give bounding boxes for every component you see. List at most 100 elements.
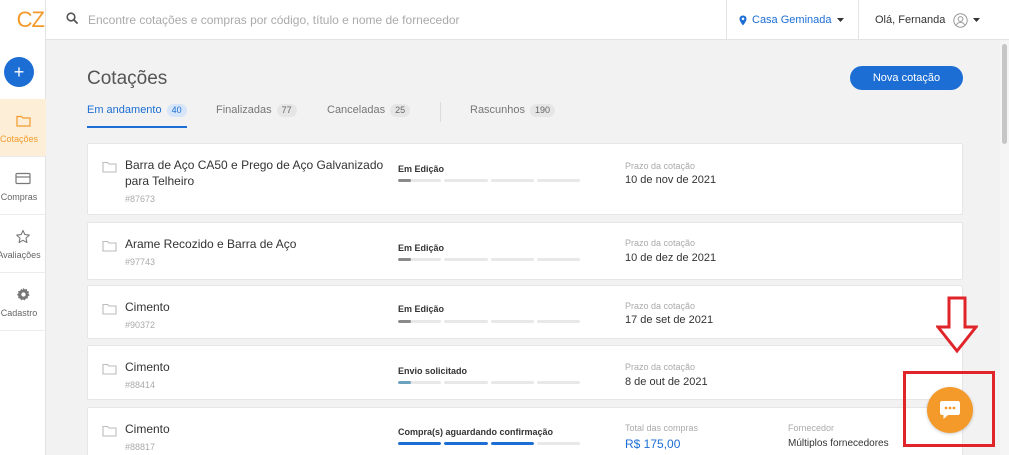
top-bar: Casa Geminada Olá, Fernanda: [46, 0, 1009, 40]
folder-icon: [102, 362, 117, 380]
sidebar-item-label: Compras: [0, 191, 38, 202]
new-button[interactable]: +: [4, 57, 34, 87]
progress-fill: [490, 442, 534, 445]
tab-rascunhos[interactable]: Rascunhos 190: [470, 104, 556, 128]
tab-divider: [440, 102, 441, 122]
quote-title: Barra de Aço CA50 e Prego de Aço Galvani…: [125, 158, 384, 188]
sidebar-item-cadastro[interactable]: Cadastro: [0, 273, 46, 331]
quote-id: #87673: [125, 194, 156, 204]
quote-deadline-label: Prazo da cotação: [625, 238, 696, 248]
tab-em-andamento[interactable]: Em andamento 40: [87, 104, 187, 128]
folder-icon: [102, 239, 117, 257]
quote-title: Cimento: [125, 360, 170, 374]
sidebar-item-cotacoes[interactable]: Cotações: [0, 99, 46, 157]
quote-status: Em Edição: [398, 164, 445, 174]
tab-canceladas[interactable]: Canceladas 25: [327, 104, 411, 128]
tab-label: Canceladas: [327, 104, 386, 116]
progress-segment: [398, 258, 442, 261]
quote-card[interactable]: Barra de Aço CA50 e Prego de Aço Galvani…: [87, 143, 963, 215]
quote-progress: [398, 381, 580, 384]
progress-segment: [536, 442, 580, 445]
tab-count-badge: 190: [530, 104, 556, 117]
quote-card[interactable]: Cimento #88817 Compra(s) aguardando conf…: [87, 407, 963, 455]
user-avatar-icon: [953, 12, 969, 28]
tab-count-badge: 25: [390, 104, 411, 117]
quote-deadline-value: 17 de set de 2021: [625, 314, 714, 326]
tab-count-badge: 40: [166, 104, 187, 117]
sidebar: CZ + Cotações Compras Avaliações Cadastr…: [0, 0, 46, 455]
status-tabs: Em andamento 40 Finalizadas 77 Cancelada…: [87, 102, 967, 128]
progress-segment: [536, 381, 580, 384]
search-icon: [66, 11, 78, 29]
folder-icon: [102, 160, 117, 178]
quote-card[interactable]: Cimento #90372 Em Edição Prazo da cotaçã…: [87, 285, 963, 339]
folder-icon: [102, 302, 117, 320]
folder-icon: [15, 112, 31, 130]
quote-title-block: Arame Recozido e Barra de Aço #97743: [125, 236, 385, 270]
location-pin-icon: [739, 15, 747, 26]
tab-finalizadas[interactable]: Finalizadas 77: [216, 104, 297, 128]
quote-title-block: Barra de Aço CA50 e Prego de Aço Galvani…: [125, 157, 385, 207]
progress-segment: [536, 179, 580, 182]
progress-segment: [444, 381, 488, 384]
quote-deadline-label: Prazo da cotação: [625, 161, 696, 171]
user-greeting: Olá, Fernanda: [875, 14, 946, 26]
quote-title-block: Cimento #90372: [125, 299, 385, 333]
new-quote-button[interactable]: Nova cotação: [850, 66, 963, 90]
quote-deadline-value: 10 de nov de 2021: [625, 174, 717, 186]
quote-id: #97743: [125, 257, 156, 267]
chevron-down-icon: [836, 18, 844, 22]
quote-title-block: Cimento #88817: [125, 421, 385, 455]
chat-button[interactable]: [927, 387, 973, 433]
search-input[interactable]: [88, 13, 688, 27]
progress-segment: [398, 320, 442, 323]
user-menu[interactable]: Olá, Fernanda: [858, 0, 1009, 40]
progress-segment: [490, 258, 534, 261]
quote-deadline-value: 10 de dez de 2021: [625, 252, 717, 264]
scrollbar-thumb[interactable]: [1002, 44, 1007, 144]
quote-title: Cimento: [125, 300, 170, 314]
quote-id: #88817: [125, 442, 156, 452]
quote-status: Em Edição: [398, 304, 445, 314]
progress-fill: [398, 320, 411, 323]
purchase-total-label: Total das compras: [625, 423, 699, 433]
tab-label: Finalizadas: [216, 104, 272, 116]
quote-progress: [398, 320, 580, 323]
location-label: Casa Geminada: [752, 14, 832, 26]
progress-segment: [536, 320, 580, 323]
folder-icon: [102, 424, 117, 442]
quote-card[interactable]: Cimento #88414 Envio solicitado Prazo da…: [87, 345, 963, 400]
chevron-down-icon: [973, 18, 981, 22]
card-icon: [15, 170, 31, 188]
quote-id: #88414: [125, 380, 156, 390]
star-icon: [15, 228, 31, 246]
progress-segment: [398, 179, 442, 182]
search-bar: [66, 0, 726, 40]
page-title: Cotações: [87, 68, 168, 89]
sidebar-item-avaliacoes[interactable]: Avaliações: [0, 215, 46, 273]
progress-fill: [398, 258, 411, 261]
app-logo[interactable]: CZ: [0, 0, 46, 40]
purchase-total-value: R$ 175,00: [625, 437, 681, 451]
progress-fill: [444, 442, 488, 445]
progress-segment: [490, 381, 534, 384]
quote-title-block: Cimento #88414: [125, 359, 385, 393]
quote-deadline-label: Prazo da cotação: [625, 362, 696, 372]
quote-title: Arame Recozido e Barra de Aço: [125, 237, 297, 251]
scrollbar[interactable]: [1000, 40, 1009, 455]
quote-card[interactable]: Arame Recozido e Barra de Aço #97743 Em …: [87, 222, 963, 280]
sidebar-item-label: Cadastro: [0, 307, 38, 318]
supplier-value: Múltiplos fornecedores: [788, 438, 889, 449]
quote-title: Cimento: [125, 422, 170, 436]
gear-icon: [16, 286, 31, 304]
quote-id: #90372: [125, 320, 156, 330]
quote-status: Compra(s) aguardando confirmação: [398, 427, 554, 437]
sidebar-item-compras[interactable]: Compras: [0, 157, 46, 215]
progress-fill: [398, 442, 442, 445]
quote-progress: [398, 258, 580, 261]
progress-fill: [398, 179, 411, 182]
progress-fill: [398, 381, 411, 384]
quote-status: Em Edição: [398, 243, 445, 253]
progress-segment: [536, 258, 580, 261]
location-selector[interactable]: Casa Geminada: [726, 0, 858, 40]
